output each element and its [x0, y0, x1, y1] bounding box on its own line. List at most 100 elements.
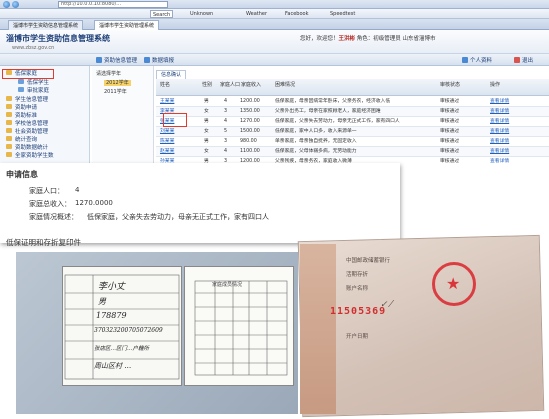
situation-label: 家庭情况概述：: [29, 213, 78, 221]
page-icon: [18, 79, 24, 84]
cell-name[interactable]: 陈某某: [160, 137, 198, 147]
col-header-name[interactable]: 姓名: [160, 81, 170, 88]
url-input[interactable]: http://10.0.0.10:8080/...: [58, 1, 168, 8]
cell-pop: 4: [224, 119, 228, 124]
tree-item-2012[interactable]: 2012学年: [104, 79, 131, 86]
user-info: 您好，欢迎您！王洪彬 角色：初级管理员 山东省淄博市: [300, 34, 436, 42]
cell-op[interactable]: 查看详情: [490, 97, 540, 107]
toolbar-speedtest[interactable]: Speedtest: [330, 10, 355, 18]
proof-title: 低保证明和存折复印件: [6, 238, 81, 247]
situation-value: 低保家庭，父亲失去劳动力，母亲无正式工作，家有四口人: [87, 213, 269, 221]
income-value: 1270.0000: [75, 199, 113, 207]
sidebar-item-label: 社会资助管理: [15, 129, 49, 135]
cell-status: 审核通过: [440, 139, 460, 144]
back-icon[interactable]: [3, 1, 10, 8]
nav-item-profile[interactable]: 个人资料: [462, 56, 492, 64]
population-row: 家庭人口： 4: [29, 186, 79, 196]
cell-op[interactable]: 查看详情: [490, 147, 540, 157]
cell-desc: 低保家庭，母亲因病常年卧床，父亲务农，经济收入低: [275, 99, 391, 104]
toolbar-search[interactable]: Search: [150, 10, 174, 18]
col-header-income[interactable]: 家庭收入: [241, 81, 261, 88]
cell-name[interactable]: 赵某某: [160, 147, 198, 157]
cell-op[interactable]: 查看详情: [490, 127, 540, 137]
grid-tab-title[interactable]: 信息确认: [156, 70, 186, 79]
sidebar-item-label: 学生信息管理: [15, 97, 49, 103]
cell-op[interactable]: 查看详情: [490, 117, 540, 127]
user-info-prefix: 您好，欢迎您！: [300, 36, 339, 42]
nav-item-logout[interactable]: 退出: [514, 56, 533, 64]
sidebar-item-social-aid[interactable]: 社会资助管理: [6, 128, 48, 136]
cell-desc: 低保家庭，父亲失去劳动力，母亲无正式工作，家有四口人: [275, 119, 400, 124]
toolbar-facebook[interactable]: Facebook: [285, 10, 309, 18]
sidebar-item-label: 低保学生: [27, 80, 50, 86]
sidebar-item-label: 审批家庭: [27, 88, 50, 94]
cell-income: 1500.00: [240, 129, 260, 134]
folder-icon: [6, 152, 12, 157]
annotation-highlight-box: [163, 113, 187, 127]
sidebar-item-lowincome-students[interactable]: 低保学生: [18, 79, 49, 87]
sidebar-item-label: 统计查询: [15, 137, 38, 143]
toolbar-unknown[interactable]: Unknown: [190, 10, 213, 18]
handwritten-signature: 周山区村 …: [94, 362, 132, 370]
cell-sex: 男: [204, 119, 209, 124]
cell-desc: 单亲家庭，母亲独自抚养，无固定收入: [275, 139, 357, 144]
handwritten-address: 张店区…区门…户籍所: [94, 346, 150, 352]
form-icon: [144, 57, 150, 63]
passbook-line-1: 中国邮政储蓄银行: [346, 258, 391, 264]
folder-icon: [6, 96, 12, 101]
sidebar-item-school-info[interactable]: 学校信息管理: [6, 120, 48, 128]
sidebar-item-apply[interactable]: 资助申请: [6, 104, 37, 112]
cell-pop: 4: [224, 99, 228, 104]
cell-op[interactable]: 查看详情: [490, 137, 540, 147]
nav-item-fill[interactable]: 数据填报: [144, 56, 174, 64]
cell-sex: 男: [204, 139, 209, 144]
sidebar-item-approve-family[interactable]: 审批家庭: [18, 87, 49, 95]
passbook-line-2: 活期存折: [346, 272, 369, 278]
cell-income: 1350.00: [240, 109, 260, 114]
browser-tab-1[interactable]: 淄博市学生资助信息管理系统: [8, 20, 84, 30]
sidebar-item-student-info[interactable]: 学生信息管理: [6, 96, 48, 104]
cell-desc: 低保家庭，父母体弱多病，无劳动能力: [275, 149, 357, 154]
sidebar-item-label: 资助申请: [15, 105, 38, 111]
nav-item-label: 数据填报: [152, 58, 175, 64]
population-label: 家庭人口：: [29, 187, 64, 195]
forward-icon[interactable]: [12, 1, 19, 8]
toolbar-weather[interactable]: Weather: [246, 10, 267, 18]
cell-sex: 女: [204, 149, 209, 154]
cell-income: 1100.00: [240, 149, 260, 154]
system-title: 淄博市学生资助信息管理系统: [6, 34, 110, 43]
cell-op[interactable]: 查看详情: [490, 107, 540, 117]
sidebar-item-label: 全家资助学生数: [15, 153, 54, 159]
cell-pop: 3: [224, 109, 228, 114]
passbook-serial-number: 11505369: [330, 306, 387, 317]
user-icon: [462, 57, 468, 63]
population-value: 4: [75, 186, 80, 194]
col-header-pop[interactable]: 家庭人口: [220, 81, 240, 88]
cell-status: 审核通过: [440, 119, 460, 124]
user-info-suffix: 角色：初级管理员 山东省淄博市: [356, 36, 436, 42]
cell-income: 1200.00: [240, 99, 260, 104]
passbook-line-3: 账户名称: [346, 286, 369, 292]
folder-icon: [6, 104, 12, 109]
sidebar-item-stats[interactable]: 资助数据统计: [6, 144, 48, 152]
col-header-op[interactable]: 操作: [490, 81, 500, 88]
col-header-status[interactable]: 审核状态: [440, 81, 460, 88]
sidebar-item-standard[interactable]: 资助标准: [6, 112, 37, 120]
nav-item-label: 资助信息管理: [104, 58, 138, 64]
col-header-desc[interactable]: 困难情况: [275, 81, 295, 88]
sidebar-item-family-count[interactable]: 全家资助学生数: [6, 152, 54, 160]
annotation-highlight-box: [2, 69, 54, 79]
cell-sex: 女: [204, 129, 209, 134]
passbook-edge: [300, 244, 336, 414]
sidebar-item-query[interactable]: 统计查询: [6, 136, 37, 144]
col-header-sex[interactable]: 性别: [202, 81, 212, 88]
cell-sex: 男: [204, 99, 209, 104]
nav-item-info[interactable]: 资助信息管理: [96, 56, 137, 64]
cell-pop: 5: [224, 129, 228, 134]
browser-tab-2[interactable]: 淄博市学生资助管理系统: [94, 20, 160, 30]
cell-name[interactable]: 刘某某: [160, 127, 198, 137]
cell-name[interactable]: 王某某: [160, 97, 198, 107]
tree-root[interactable]: 请选择学年: [96, 70, 121, 77]
tree-item-2011[interactable]: 2011学年: [104, 88, 127, 95]
cell-income: 1270.00: [240, 119, 260, 124]
